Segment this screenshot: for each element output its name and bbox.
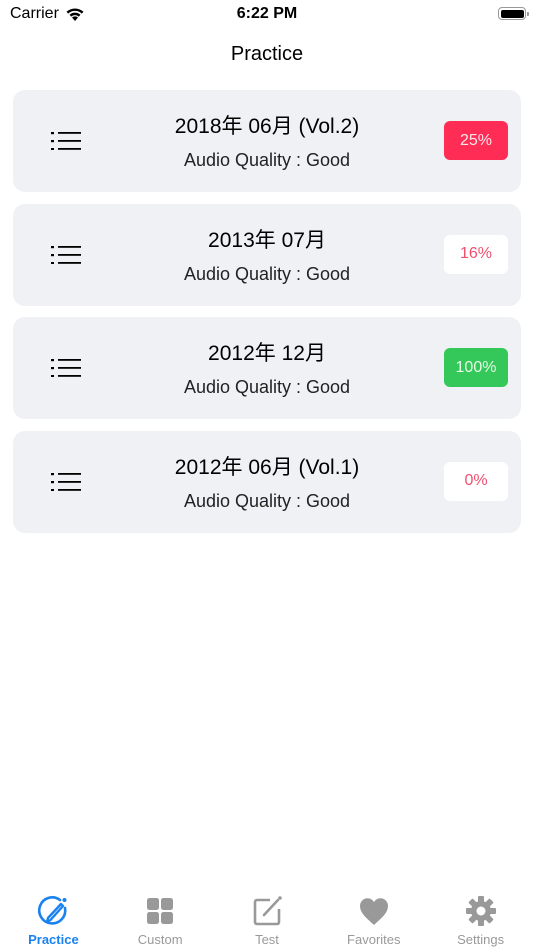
- tab-favorites[interactable]: Favorites: [320, 882, 427, 950]
- pencil-circle-icon: [38, 896, 67, 925]
- list-item[interactable]: 2018年 06月 (Vol.2) Audio Quality : Good 2…: [13, 90, 521, 192]
- page-title: Practice: [230, 43, 304, 65]
- tab-label: Practice: [28, 932, 79, 947]
- square-pencil-icon: [253, 896, 282, 926]
- battery-icon: [498, 7, 529, 20]
- status-bar: Carrier 6:22 PM: [0, 0, 534, 30]
- list-item[interactable]: 2012年 12月 Audio Quality : Good 100%: [13, 317, 521, 419]
- tab-label: Custom: [137, 932, 183, 947]
- tab-label: Test: [255, 932, 279, 947]
- grid-icon: [147, 898, 174, 924]
- tab-bar: Practice Custom Test Favorites Settings: [0, 882, 534, 950]
- tab-practice[interactable]: Practice: [0, 882, 107, 950]
- tab-label: Settings: [457, 932, 505, 947]
- tab-custom[interactable]: Custom: [107, 882, 214, 950]
- tab-settings[interactable]: Settings: [427, 882, 534, 950]
- progress-badge: 0%: [444, 461, 508, 501]
- gear-icon: [465, 896, 496, 926]
- practice-list: 2018年 06月 (Vol.2) Audio Quality : Good 2…: [13, 90, 521, 544]
- list-item[interactable]: 2013年 07月 Audio Quality : Good 16%: [13, 203, 521, 306]
- progress-badge: 16%: [444, 234, 508, 274]
- progress-badge: 100%: [444, 348, 508, 387]
- tab-label: Favorites: [347, 932, 401, 947]
- list-item[interactable]: 2012年 06月 (Vol.1) Audio Quality : Good 0…: [13, 430, 521, 533]
- heart-icon: [359, 898, 388, 925]
- tab-test[interactable]: Test: [214, 882, 321, 950]
- clock: 6:22 PM: [236, 5, 298, 22]
- progress-badge: 25%: [444, 121, 508, 160]
